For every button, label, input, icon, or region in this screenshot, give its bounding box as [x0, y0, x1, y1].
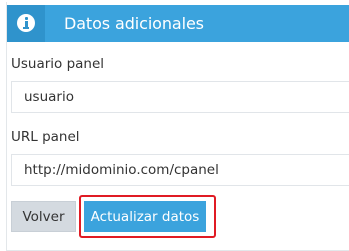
user-panel-label: Usuario panel	[11, 56, 105, 72]
info-icon	[17, 14, 35, 32]
url-panel-input[interactable]	[11, 154, 349, 186]
update-data-button[interactable]: Actualizar datos	[84, 201, 206, 232]
header-icon-box	[7, 5, 45, 42]
panel-title: Datos adicionales	[64, 14, 204, 33]
url-panel-label: URL panel	[11, 129, 80, 145]
panel-header: Datos adicionales	[7, 5, 349, 42]
user-panel-input[interactable]	[11, 81, 349, 113]
back-button[interactable]: Volver	[11, 201, 76, 232]
